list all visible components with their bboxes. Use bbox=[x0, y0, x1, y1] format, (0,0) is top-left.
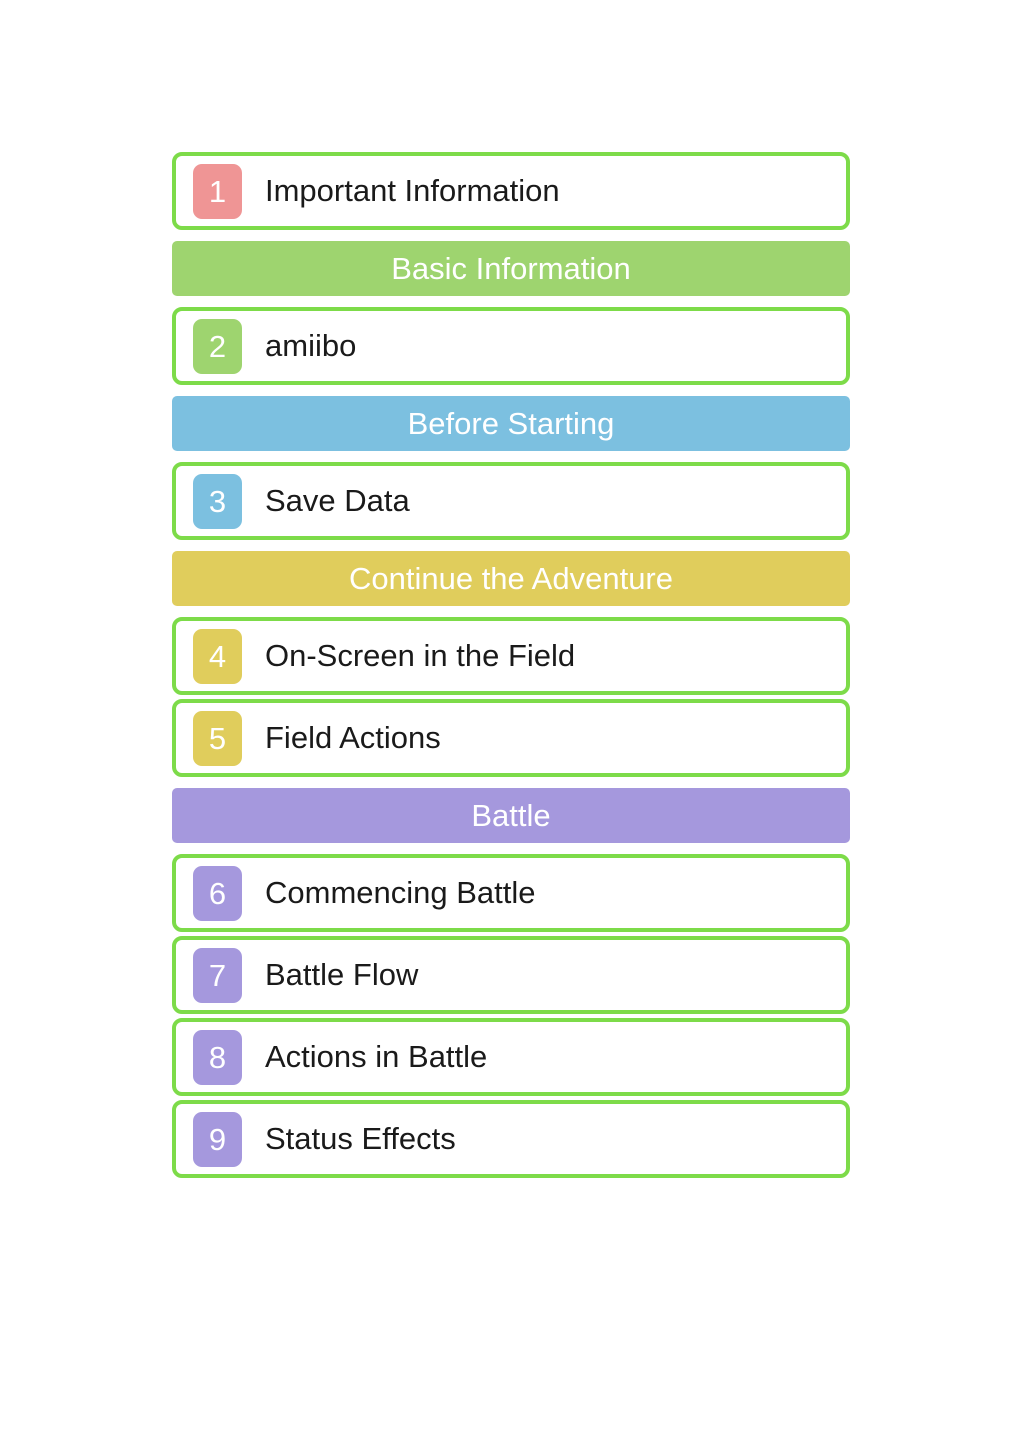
table-of-contents-list: 1 Important Information Basic Information 2… bbox=[172, 152, 850, 1182]
toc-section-before-starting: Before Starting bbox=[172, 396, 850, 451]
chapter-title-label: Important Information bbox=[265, 173, 560, 208]
toc-entry-amiibo[interactable]: 2 amiibo bbox=[172, 307, 850, 385]
chapter-title-label: On-Screen in the Field bbox=[265, 638, 576, 673]
chapter-number-badge: 8 bbox=[193, 1029, 242, 1085]
chapter-title-label: Actions in Battle bbox=[265, 1039, 488, 1074]
section-header-label: Basic Information bbox=[391, 251, 631, 286]
chapter-number-badge: 1 bbox=[193, 163, 242, 219]
chapter-title-label: Save Data bbox=[265, 483, 410, 518]
chapter-title-label: Status Effects bbox=[265, 1121, 456, 1156]
chapter-number-badge: 6 bbox=[193, 865, 242, 921]
chapter-number-badge: 3 bbox=[193, 473, 242, 529]
chapter-number-badge: 2 bbox=[193, 318, 242, 374]
chapter-title-label: Battle Flow bbox=[265, 957, 419, 992]
chapter-number-badge: 9 bbox=[193, 1111, 242, 1167]
table-of-contents-page: 1 Important Information Basic Information 2… bbox=[0, 0, 1020, 1442]
toc-section-basic-information: Basic Information bbox=[172, 241, 850, 296]
chapter-number-badge: 4 bbox=[193, 628, 242, 684]
toc-section-battle: Battle bbox=[172, 788, 850, 843]
section-header-label: Continue the Adventure bbox=[348, 561, 674, 596]
toc-entry-save-data[interactable]: 3 Save Data bbox=[172, 462, 850, 540]
toc-entry-actions-in-battle[interactable]: 8 Actions in Battle bbox=[172, 1018, 850, 1096]
chapter-title-label: amiibo bbox=[265, 328, 357, 363]
chapter-title-label: Commencing Battle bbox=[265, 875, 536, 910]
toc-entry-commencing-battle[interactable]: 6 Commencing Battle bbox=[172, 854, 850, 932]
toc-entry-battle-flow[interactable]: 7 Battle Flow bbox=[172, 936, 850, 1014]
chapter-number-badge: 5 bbox=[193, 710, 242, 766]
toc-entry-status-effects[interactable]: 9 Status Effects bbox=[172, 1100, 850, 1178]
chapter-number-badge: 7 bbox=[193, 947, 242, 1003]
toc-entry-on-screen-in-the-field[interactable]: 4 On-Screen in the Field bbox=[172, 617, 850, 695]
section-header-label: Before Starting bbox=[407, 406, 615, 441]
toc-entry-important-information[interactable]: 1 Important Information bbox=[172, 152, 850, 230]
toc-section-continue-the-adventure: Continue the Adventure bbox=[172, 551, 850, 606]
section-header-label: Battle bbox=[471, 798, 551, 833]
toc-entry-field-actions[interactable]: 5 Field Actions bbox=[172, 699, 850, 777]
chapter-title-label: Field Actions bbox=[265, 720, 441, 755]
